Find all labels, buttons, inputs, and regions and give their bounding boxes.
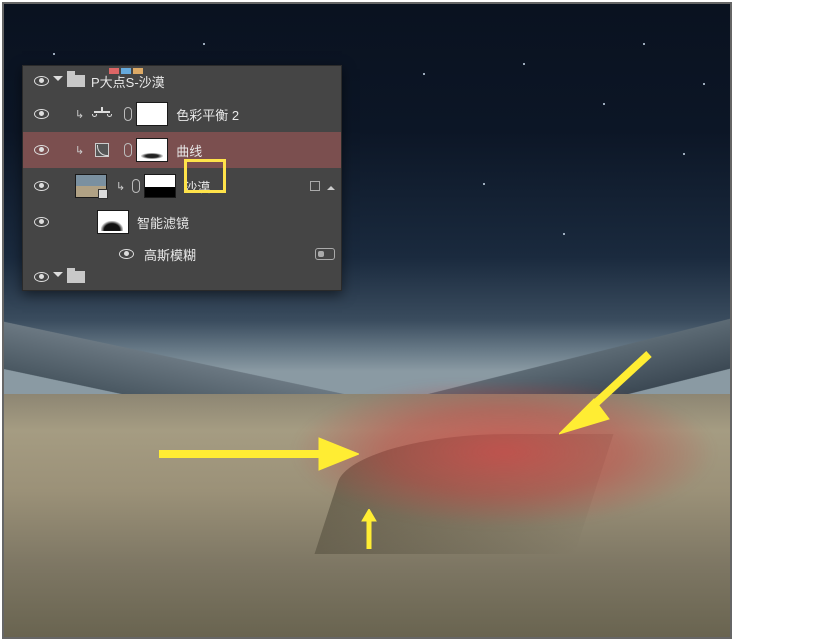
smart-filters-row[interactable]: 智能滤镜 bbox=[23, 204, 341, 240]
group-twist-icon[interactable] bbox=[53, 76, 63, 86]
mask-link-icon[interactable] bbox=[124, 143, 132, 157]
visibility-toggle-icon[interactable] bbox=[34, 76, 49, 86]
group-label: P大点S-沙漠 bbox=[91, 72, 165, 91]
folder-icon bbox=[67, 75, 85, 87]
visibility-toggle-icon[interactable] bbox=[34, 181, 49, 191]
layer-mask-thumb[interactable] bbox=[136, 138, 168, 162]
annotation-arrow-up bbox=[359, 509, 379, 549]
layer-row-color-balance[interactable]: ↳ 色彩平衡 2 bbox=[23, 96, 341, 132]
layer-row-desert[interactable]: ↳ 沙漠 bbox=[23, 168, 341, 204]
layer-group-row-collapsed[interactable] bbox=[23, 268, 341, 286]
smart-filter-mask-thumb[interactable] bbox=[97, 210, 129, 234]
layer-fx-indicator[interactable] bbox=[310, 181, 335, 191]
color-balance-icon bbox=[88, 107, 116, 121]
visibility-toggle-icon[interactable] bbox=[34, 272, 49, 282]
layer-mask-thumb[interactable] bbox=[136, 102, 168, 126]
folder-icon bbox=[67, 271, 85, 283]
group-twist-icon[interactable] bbox=[53, 272, 63, 282]
annotation-arrow-right bbox=[559, 349, 659, 439]
clip-indicator-icon: ↳ bbox=[116, 180, 125, 193]
clip-indicator-icon: ↳ bbox=[75, 108, 84, 121]
layer-mask-thumb[interactable] bbox=[144, 174, 176, 198]
layer-label: 色彩平衡 2 bbox=[176, 105, 239, 124]
filter-blend-options-icon[interactable] bbox=[315, 248, 335, 260]
smart-filter-item-row[interactable]: 高斯模糊 bbox=[23, 240, 341, 268]
layer-group-row[interactable]: P大点S-沙漠 bbox=[23, 66, 341, 96]
annotation-arrow-left bbox=[159, 424, 359, 484]
mask-link-icon[interactable] bbox=[132, 179, 140, 193]
clip-indicator-icon: ↳ bbox=[75, 144, 84, 157]
layers-panel: P大点S-沙漠 ↳ 色彩平衡 2 ↳ 曲线 ↳ 沙漠 bbox=[22, 65, 342, 291]
highlight-annotation-box bbox=[184, 159, 226, 193]
layer-label: 曲线 bbox=[176, 141, 202, 160]
visibility-toggle-icon[interactable] bbox=[34, 145, 49, 155]
mask-link-icon[interactable] bbox=[124, 107, 132, 121]
smart-filters-label: 智能滤镜 bbox=[137, 213, 189, 232]
visibility-toggle-icon[interactable] bbox=[34, 217, 49, 227]
layer-thumb[interactable] bbox=[75, 174, 107, 198]
smart-object-badge-icon bbox=[98, 189, 108, 199]
layer-row-curves[interactable]: ↳ 曲线 bbox=[23, 132, 341, 168]
visibility-toggle-icon[interactable] bbox=[34, 109, 49, 119]
visibility-toggle-icon[interactable] bbox=[119, 249, 134, 259]
filter-label: 高斯模糊 bbox=[144, 245, 196, 264]
curves-icon bbox=[88, 143, 116, 157]
